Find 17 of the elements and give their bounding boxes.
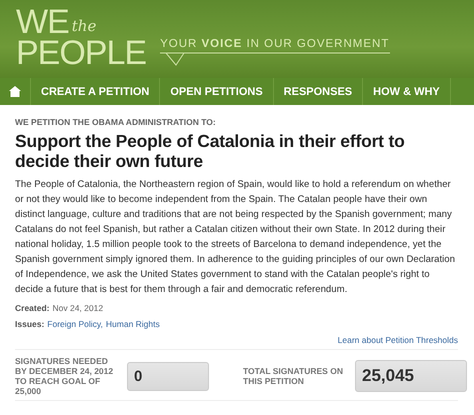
tagline: YOUR VOICE IN OUR GOVERNMENT bbox=[160, 38, 390, 50]
issue-link[interactable]: Human Rights bbox=[106, 319, 160, 329]
signature-label: SIGNATURES NEEDED BY DECEMBER 24, 2012 TO REACH GOAL OF 25,000 bbox=[15, 356, 114, 396]
petition-body: The People of Catalonia, the Northeastern region of Spain, would like to hold a referendum on whether or not they would like to become independent from the Spain. The Catalan people have their own distinct language, culture and traditions that are not being respected by the Spanish government; many Catalans do not feel Spanish, but rather a Catalan citizen without their own State. In 2012 during their national holiday, 1.5 million people took to the streets of Barcelona to demand independence, yet the Spanish government simply ignored them. In adherence to the guiding principles of our own Declaration of Independence, we ask the United States government to stand with the Catalan people's right to decide a future that is best for them through a fair and democratic referendum. bbox=[15, 178, 456, 297]
meta-label: Issues: bbox=[15, 319, 44, 329]
petition-title: Support the People of Catalonia in their effort to decide their own future bbox=[15, 131, 406, 171]
signature-count: 25,045 bbox=[355, 360, 467, 392]
issue-link[interactable]: Foreign Policy, bbox=[47, 319, 103, 329]
logo-text: WE bbox=[16, 7, 69, 38]
logo-text: PEOPLE bbox=[16, 38, 146, 68]
signature-count: 0 bbox=[127, 362, 209, 390]
thresholds-link[interactable]: Learn about Petition Thresholds bbox=[338, 335, 458, 345]
signature-label: TOTAL SIGNATURES ON THIS PETITION bbox=[243, 366, 343, 386]
petition-kicker: WE PETITION THE OBAMA ADMINISTRATION TO: bbox=[15, 117, 217, 127]
created-date: Nov 24, 2012 bbox=[52, 303, 104, 313]
logo-text: the bbox=[72, 20, 96, 34]
meta-label: Created: bbox=[15, 303, 50, 313]
